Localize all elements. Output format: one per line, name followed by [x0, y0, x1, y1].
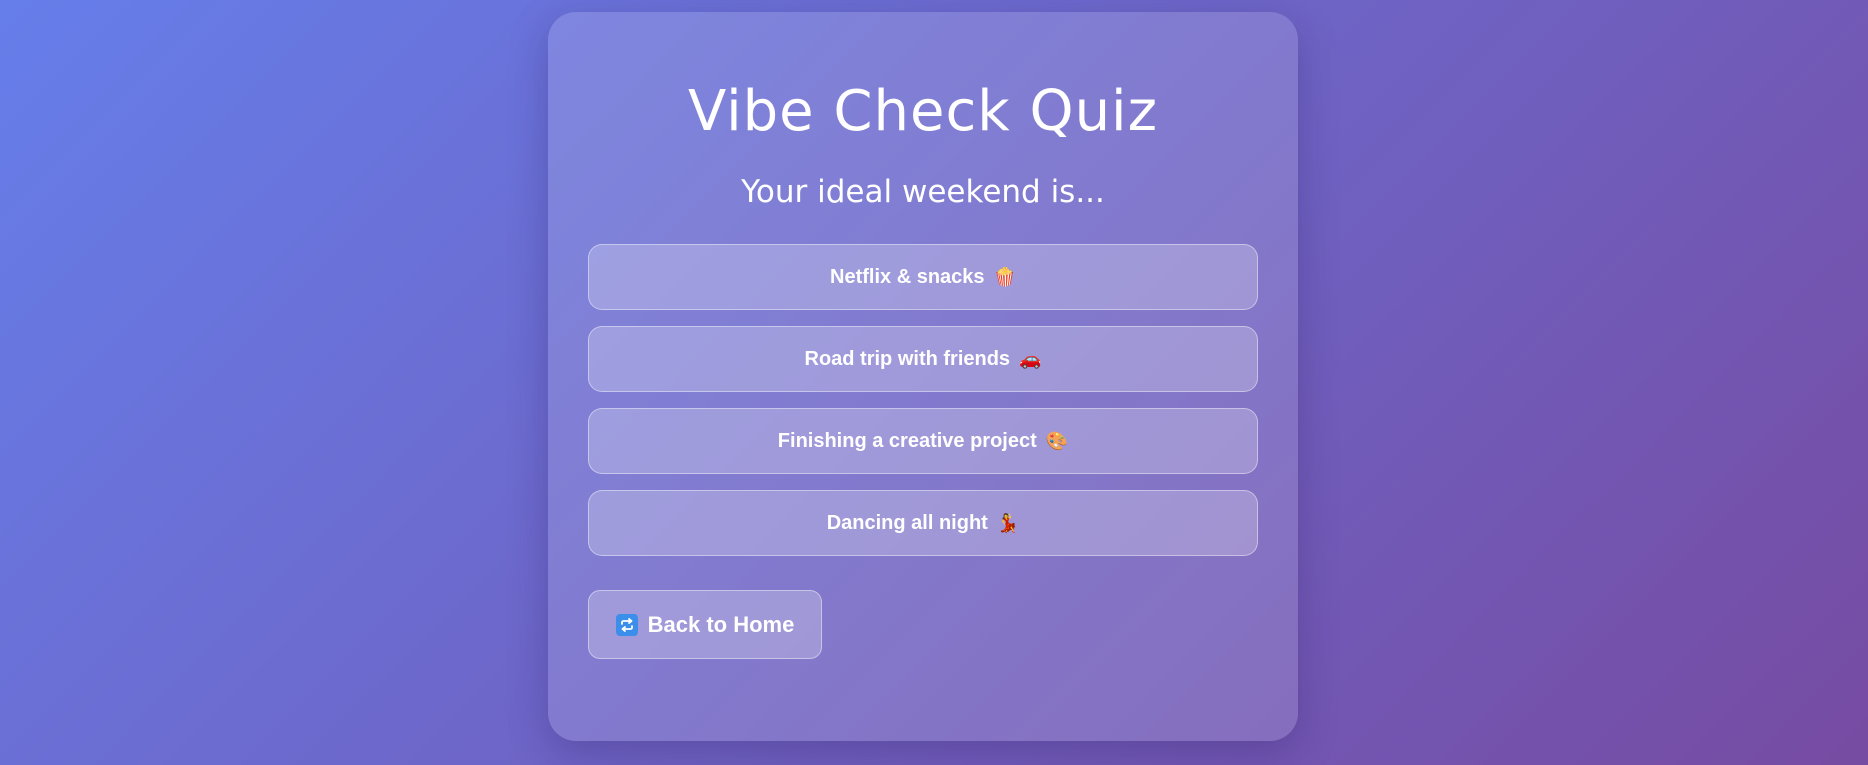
back-button-label: Back to Home	[647, 611, 795, 637]
back-to-home-button[interactable]: Back to Home	[588, 590, 822, 659]
quiz-title: Vibe Check Quiz	[687, 79, 1159, 144]
answer-option-label: Netflix & snacks	[830, 265, 985, 288]
answer-option-label: Finishing a creative project	[777, 429, 1037, 452]
quiz-card: Vibe Check Quiz Your ideal weekend is...…	[548, 12, 1298, 741]
palette-icon: 🎨	[1045, 430, 1069, 451]
question-text: Your ideal weekend is...	[741, 174, 1105, 210]
dancer-icon: 💃	[996, 512, 1020, 533]
answer-option-creative-project[interactable]: Finishing a creative project 🎨	[588, 408, 1258, 474]
answer-option-label: Road trip with friends	[804, 347, 1011, 370]
repeat-icon	[615, 613, 638, 636]
answer-option-label: Dancing all night	[826, 511, 988, 534]
car-icon: 🚗	[1019, 348, 1042, 369]
answer-option-road-trip[interactable]: Road trip with friends 🚗	[588, 326, 1258, 392]
answer-option-netflix[interactable]: Netflix & snacks 🍿	[588, 244, 1258, 310]
popcorn-icon: 🍿	[993, 266, 1016, 287]
answer-options: Netflix & snacks 🍿 Road trip with friend…	[588, 244, 1258, 556]
answer-option-dancing[interactable]: Dancing all night 💃	[588, 490, 1258, 556]
